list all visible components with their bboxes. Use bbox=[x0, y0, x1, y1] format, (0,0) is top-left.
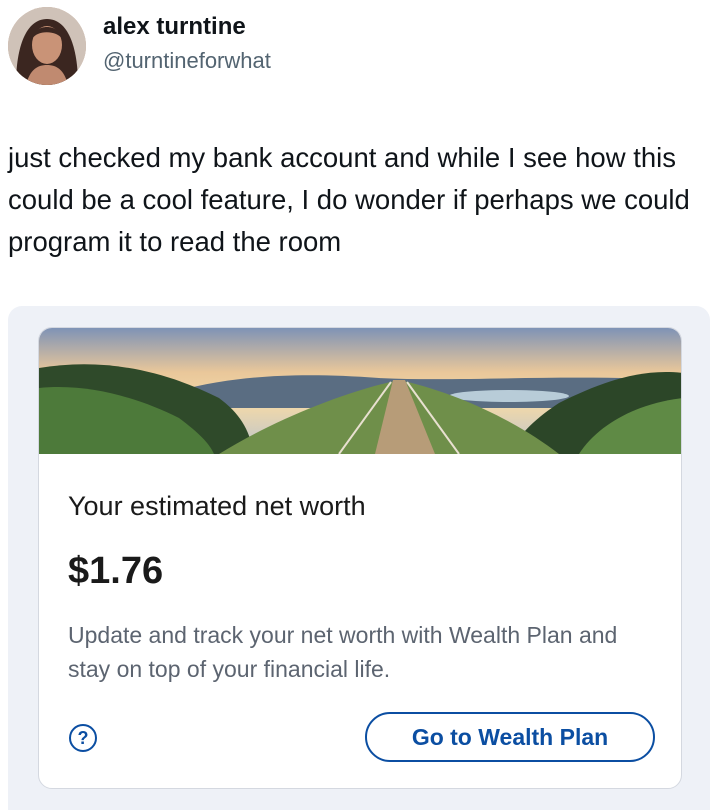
net-worth-description: Update and track your net worth with Wea… bbox=[68, 622, 618, 682]
net-worth-card: Your estimated net worth $1.76 Update an… bbox=[38, 327, 682, 789]
net-worth-title: Your estimated net worth bbox=[68, 491, 366, 521]
net-worth-amount: $1.76 bbox=[68, 550, 164, 592]
user-handle[interactable]: @turntineforwhat bbox=[103, 48, 271, 74]
question-circle-icon[interactable]: ? bbox=[69, 724, 97, 752]
go-to-wealth-plan-button[interactable]: Go to Wealth Plan bbox=[365, 712, 655, 762]
avatar-portrait-image bbox=[8, 7, 86, 85]
landscape-banner-image bbox=[39, 328, 681, 454]
display-name[interactable]: alex turntine bbox=[103, 13, 246, 41]
avatar[interactable] bbox=[8, 7, 86, 85]
tweet-text: just checked my bank account and while I… bbox=[8, 142, 690, 257]
